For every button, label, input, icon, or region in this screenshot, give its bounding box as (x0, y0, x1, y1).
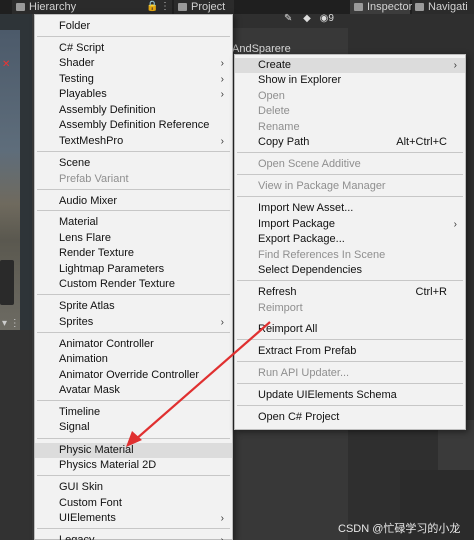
annotation-arrow (126, 321, 271, 447)
watermark: CSDN @忙碌学习的小龙 (338, 523, 461, 535)
